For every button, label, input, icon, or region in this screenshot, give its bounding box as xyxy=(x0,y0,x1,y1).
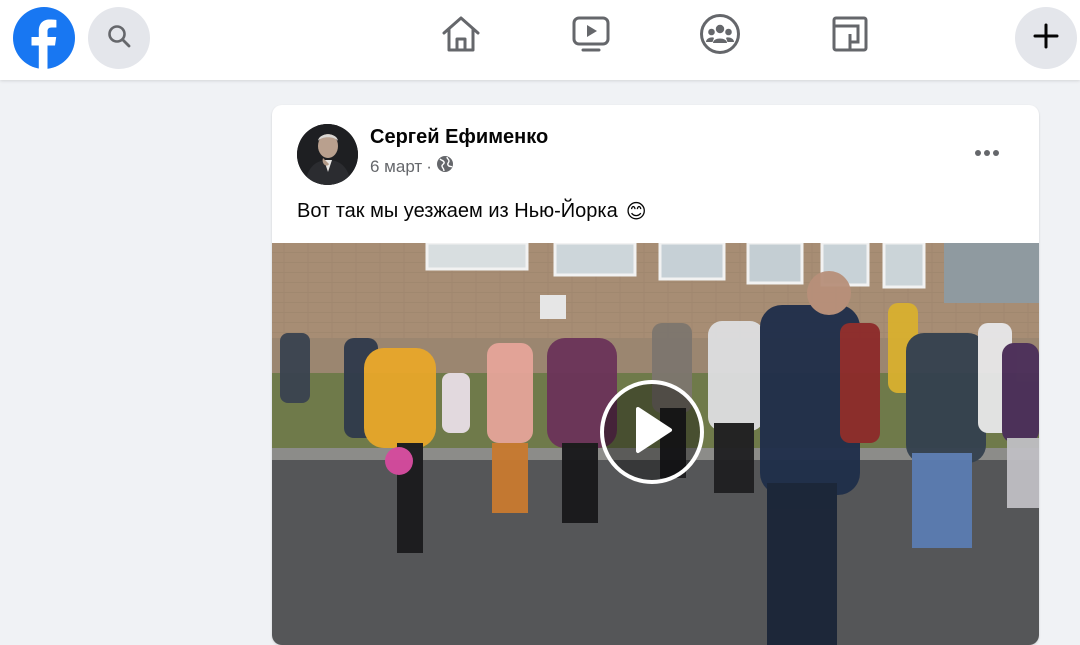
more-dots-icon xyxy=(974,144,1000,162)
avatar[interactable] xyxy=(297,124,358,185)
plus-icon xyxy=(1033,23,1059,54)
video-play-icon xyxy=(571,15,611,58)
post-video[interactable] xyxy=(272,243,1039,645)
search-button[interactable] xyxy=(88,7,150,69)
gaming-icon xyxy=(830,14,870,59)
post-text: Вот так мы уезжаем из Нью-Йорка 😊 xyxy=(297,199,647,224)
globe-icon xyxy=(436,155,454,178)
meta-separator: · xyxy=(426,156,432,176)
home-icon xyxy=(441,15,481,58)
feed-post: Сергей Ефименко 6 март · Вот так мы уезж… xyxy=(272,105,1039,645)
nav-groups[interactable] xyxy=(698,13,742,60)
smiling-emoji: 😊 xyxy=(625,201,647,223)
post-author-name[interactable]: Сергей Ефименко xyxy=(370,126,548,149)
nav-home[interactable] xyxy=(439,14,483,58)
post-meta: 6 март · xyxy=(370,155,454,178)
nav-watch[interactable] xyxy=(569,14,613,58)
facebook-logo-icon[interactable] xyxy=(13,7,75,69)
post-text-content: Вот так мы уезжаем из Нью-Йорка xyxy=(297,200,618,222)
video-play-button[interactable] xyxy=(600,380,704,484)
create-button[interactable] xyxy=(1015,7,1077,69)
top-navigation-bar xyxy=(0,0,1080,80)
search-icon xyxy=(106,23,132,54)
groups-icon xyxy=(699,13,741,60)
play-icon xyxy=(630,405,674,460)
post-more-button[interactable] xyxy=(965,131,1009,175)
nav-gaming[interactable] xyxy=(828,14,872,58)
post-date[interactable]: 6 март xyxy=(370,157,422,177)
